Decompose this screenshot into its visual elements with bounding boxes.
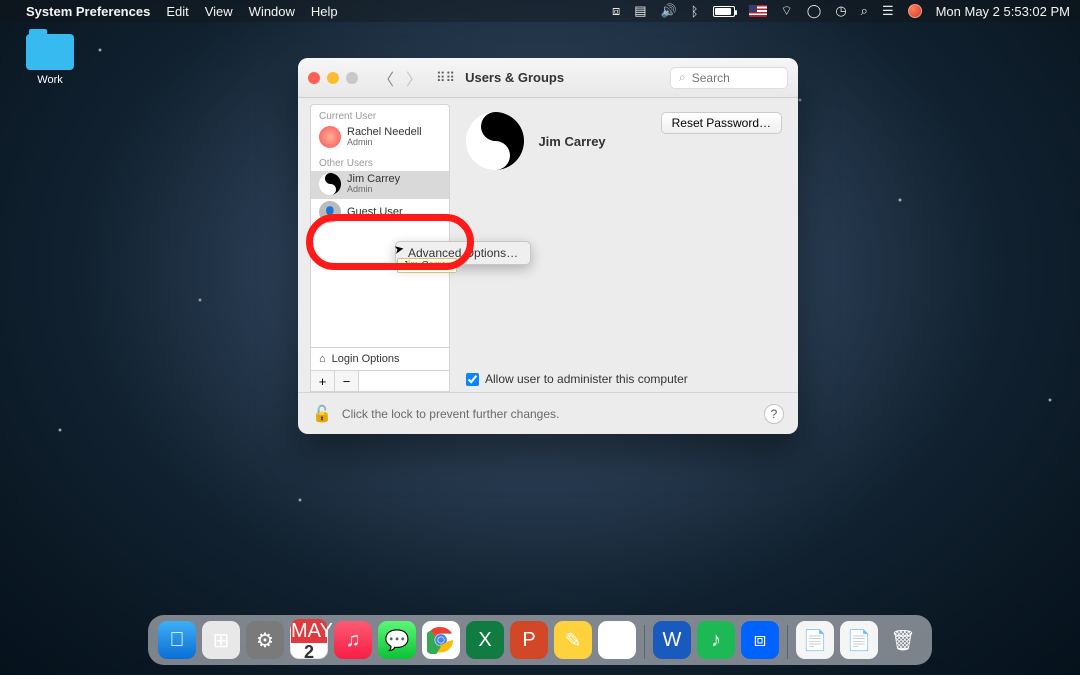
dock-separator	[644, 625, 645, 659]
dock-excel[interactable]: X	[466, 621, 504, 659]
dock-trash[interactable]: 🗑	[884, 621, 922, 659]
dock-separator	[787, 625, 788, 659]
search-input[interactable]	[692, 71, 779, 85]
allow-admin-label: Allow user to administer this computer	[485, 372, 688, 386]
search-field[interactable]: ⌕	[670, 67, 788, 89]
cursor-icon: ➤	[393, 241, 405, 257]
login-options[interactable]: ⌂ Login Options	[311, 347, 449, 370]
input-source-icon[interactable]	[749, 5, 767, 17]
dock-dropbox[interactable]: ⧈	[741, 621, 779, 659]
avatar-icon	[319, 126, 341, 148]
clock[interactable]: Mon May 2 5:53:02 PM	[936, 4, 1070, 19]
lock-icon[interactable]: 🔓	[312, 404, 332, 424]
search-icon: ⌕	[679, 70, 686, 85]
save-menuextra-icon[interactable]: ▤	[634, 3, 646, 19]
user-switch-icon[interactable]: ◯	[807, 3, 822, 19]
dock-word[interactable]: W	[653, 621, 691, 659]
wifi-icon[interactable]: ⌔	[781, 3, 793, 19]
window-footer: 🔓 Click the lock to prevent further chan…	[298, 392, 798, 434]
traffic-lights	[308, 72, 358, 84]
dock-spotify[interactable]: ♪	[697, 621, 735, 659]
dropbox-menuextra-icon[interactable]: ⧈	[612, 3, 620, 19]
dock-launchpad[interactable]: ⊞	[202, 621, 240, 659]
home-icon: ⌂	[319, 353, 326, 365]
dock-calendar[interactable]: MAY 2	[290, 621, 328, 659]
dock-slack[interactable]: #	[598, 621, 636, 659]
avatar-icon: 👤	[319, 201, 341, 223]
user-avatar-large[interactable]	[466, 112, 524, 170]
siri-icon[interactable]	[908, 4, 922, 18]
dock-finder[interactable]: 󰀵	[158, 621, 196, 659]
back-button[interactable]: 〈	[374, 64, 398, 92]
minimize-button[interactable]	[327, 72, 339, 84]
menu-edit[interactable]: Edit	[166, 4, 188, 19]
desktop-folder-work[interactable]: Work	[20, 34, 80, 86]
dock-system-preferences[interactable]: ⚙	[246, 621, 284, 659]
battery-icon[interactable]	[713, 6, 735, 17]
user-name: Guest User	[347, 206, 403, 218]
dock-powerpoint[interactable]: P	[510, 621, 548, 659]
app-menu[interactable]: System Preferences	[26, 4, 150, 19]
allow-admin-checkbox[interactable]	[466, 373, 479, 386]
user-row-guest[interactable]: 👤 Guest User	[311, 199, 449, 227]
menu-view[interactable]: View	[205, 4, 233, 19]
reset-password-button[interactable]: Reset Password…	[661, 112, 782, 134]
window-title: Users & Groups	[465, 70, 564, 85]
dock-music[interactable]: ♫	[334, 621, 372, 659]
folder-icon	[26, 34, 74, 70]
folder-label: Work	[20, 74, 80, 86]
user-row-jim[interactable]: Jim Carrey Admin	[311, 171, 449, 199]
user-role: Admin	[347, 185, 400, 195]
show-all-button[interactable]: ⠿⠿	[436, 70, 455, 86]
users-groups-window: 〈 〉 ⠿⠿ Users & Groups ⌕ Current User Rac…	[298, 58, 798, 434]
forward-button[interactable]: 〉	[402, 64, 426, 92]
bluetooth-icon[interactable]: ᛒ	[691, 4, 699, 19]
dock-doc2[interactable]: 📄	[840, 621, 878, 659]
avatar-icon	[319, 173, 341, 195]
control-center-icon[interactable]: ☰	[882, 3, 894, 19]
calendar-day: 2	[304, 643, 314, 661]
menu-window[interactable]: Window	[249, 4, 295, 19]
lock-text: Click the lock to prevent further change…	[342, 407, 559, 421]
zoom-button[interactable]	[346, 72, 358, 84]
dock-doc1[interactable]: 📄	[796, 621, 834, 659]
help-button[interactable]: ?	[764, 404, 784, 424]
dock-chrome[interactable]	[422, 621, 460, 659]
login-options-label: Login Options	[332, 353, 400, 365]
titlebar: 〈 〉 ⠿⠿ Users & Groups ⌕	[298, 58, 798, 98]
user-row-current[interactable]: Rachel Needell Admin	[311, 124, 449, 152]
menubar: System Preferences Edit View Window Help…	[0, 0, 1080, 22]
other-users-section: Other Users	[311, 152, 449, 171]
clock-extra-icon[interactable]: ◷	[835, 3, 846, 19]
close-button[interactable]	[308, 72, 320, 84]
tooltip: Jim Carrey	[397, 258, 457, 273]
current-user-section: Current User	[311, 105, 449, 124]
dock-messages[interactable]: 💬	[378, 621, 416, 659]
dock: 󰀵 ⊞ ⚙ MAY 2 ♫ 💬 X P ✎ # W ♪ ⧈ 📄 📄 🗑	[148, 615, 932, 665]
user-role: Admin	[347, 138, 422, 148]
remove-user-button[interactable]: −	[335, 371, 359, 391]
selected-user-name: Jim Carrey	[538, 134, 605, 149]
spotlight-icon[interactable]: ⌕	[861, 3, 868, 19]
dock-notes[interactable]: ✎	[554, 621, 592, 659]
add-user-button[interactable]: +	[311, 371, 335, 391]
calendar-month: MAY	[291, 619, 327, 643]
menu-help[interactable]: Help	[311, 4, 338, 19]
volume-icon[interactable]: 🔊	[661, 3, 677, 19]
